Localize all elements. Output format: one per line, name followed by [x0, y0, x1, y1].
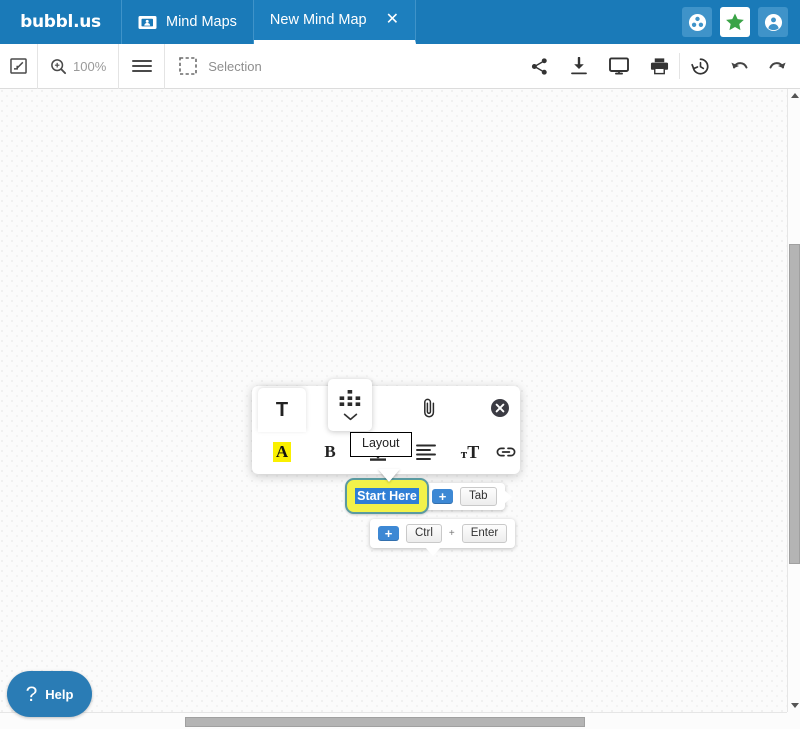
- collaborate-icon: [688, 13, 706, 31]
- menu-button[interactable]: [119, 44, 164, 89]
- star-icon: [726, 13, 744, 31]
- user-icon: [764, 13, 782, 31]
- text-tab-button[interactable]: T: [258, 388, 306, 432]
- attach-button[interactable]: [407, 386, 451, 430]
- question-mark-icon: ?: [25, 682, 38, 706]
- undo-arrow-icon: [731, 62, 748, 69]
- zoom-level-label: 100%: [73, 58, 107, 74]
- layout-button[interactable]: [328, 379, 372, 431]
- share-icon: [531, 57, 547, 75]
- presentation-button[interactable]: [599, 44, 639, 89]
- zoom-in-icon: [51, 58, 67, 74]
- mindmap-canvas[interactable]: T A B тT Layout Start Here + Tab + Ctrl …: [0, 89, 787, 712]
- node-text[interactable]: Start Here: [355, 488, 419, 504]
- history-clock-icon: [690, 57, 709, 75]
- key-ctrl: Ctrl: [406, 523, 442, 544]
- font-size-button[interactable]: тT: [450, 430, 490, 474]
- selection-marquee-icon: [179, 57, 198, 75]
- close-circle-icon: [491, 399, 509, 417]
- hint-arrow-right: [503, 490, 512, 504]
- header-actions: [682, 0, 800, 44]
- favorite-button[interactable]: [720, 7, 750, 37]
- redo-arrow-icon: [769, 62, 786, 69]
- hint-add-sibling: + Tab: [424, 483, 512, 510]
- tooltip-arrow: [378, 469, 400, 482]
- share-button[interactable]: [519, 44, 559, 89]
- brand-logo[interactable]: bubbl.us: [0, 0, 122, 44]
- text-color-label: A: [272, 442, 292, 462]
- vertical-scrollbar-thumb[interactable]: [789, 244, 800, 564]
- text-color-button[interactable]: A: [258, 430, 306, 474]
- download-icon: [571, 56, 587, 74]
- key-enter: Enter: [461, 523, 508, 544]
- fit-to-screen-button[interactable]: [0, 44, 37, 89]
- print-icon: [650, 58, 668, 75]
- scroll-down-button[interactable]: [788, 699, 800, 712]
- align-left-icon: [416, 444, 436, 460]
- header-spacer: [416, 0, 682, 44]
- zoom-control[interactable]: 100%: [38, 44, 118, 89]
- bold-label: B: [324, 442, 336, 461]
- paperclip-icon: [423, 398, 434, 418]
- layout-tooltip: Layout: [350, 432, 412, 482]
- folder-contact-icon: [138, 15, 157, 30]
- mindmap-node-root[interactable]: Start Here: [345, 478, 429, 514]
- scroll-up-button[interactable]: [788, 89, 800, 102]
- layout-tooltip-label: Layout: [350, 432, 412, 457]
- scrollbar-corner: [787, 712, 800, 729]
- close-popup-button[interactable]: [478, 386, 522, 430]
- download-button[interactable]: [559, 44, 599, 89]
- font-size-label: тT: [460, 441, 480, 462]
- key-tab: Tab: [460, 486, 497, 507]
- vertical-scrollbar[interactable]: [787, 89, 800, 712]
- help-button[interactable]: ? Help: [7, 671, 92, 717]
- link-icon: [496, 447, 516, 457]
- hint-add-child: + Ctrl + Enter: [370, 519, 516, 556]
- header-tab-label: New Mind Map: [269, 12, 367, 28]
- undo-button[interactable]: [720, 44, 760, 89]
- print-button[interactable]: [639, 44, 679, 89]
- monitor-icon: [609, 57, 629, 75]
- format-popup-toolbar: T A B тT: [252, 379, 522, 474]
- main-toolbar: 100% Selection: [0, 43, 800, 89]
- collaborate-button[interactable]: [682, 7, 712, 37]
- account-button[interactable]: [758, 7, 788, 37]
- header-tab-label: Mind Maps: [166, 14, 237, 30]
- format-popup-row-1: T: [252, 379, 522, 432]
- key-separator: +: [448, 528, 455, 539]
- close-icon[interactable]: ✕: [386, 12, 399, 28]
- link-button[interactable]: [490, 430, 522, 474]
- header-tab-new-mind-map[interactable]: New Mind Map ✕: [253, 0, 417, 44]
- hint-arrow-down: [425, 547, 441, 556]
- horizontal-scrollbar[interactable]: [0, 712, 787, 729]
- scroll-down-arrow-icon: [790, 703, 799, 708]
- chevron-down-icon: [343, 413, 357, 421]
- horizontal-scrollbar-thumb[interactable]: [185, 717, 585, 727]
- selection-label: Selection: [208, 58, 262, 74]
- plus-icon: +: [378, 526, 399, 541]
- redo-button[interactable]: [760, 44, 800, 89]
- plus-icon: +: [432, 489, 453, 504]
- help-label: Help: [45, 686, 74, 702]
- layout-grid-icon: [339, 390, 361, 406]
- header-tab-mind-maps[interactable]: Mind Maps: [122, 0, 254, 44]
- hamburger-menu-icon: [131, 60, 152, 72]
- app-header: bubbl.us Mind Maps New Mind Map ✕: [0, 0, 800, 44]
- bold-button[interactable]: B: [306, 430, 354, 474]
- fit-to-screen-icon: [10, 58, 27, 74]
- scroll-up-arrow-icon: [790, 93, 799, 98]
- selection-tool[interactable]: Selection: [165, 44, 275, 89]
- history-button[interactable]: [680, 44, 720, 89]
